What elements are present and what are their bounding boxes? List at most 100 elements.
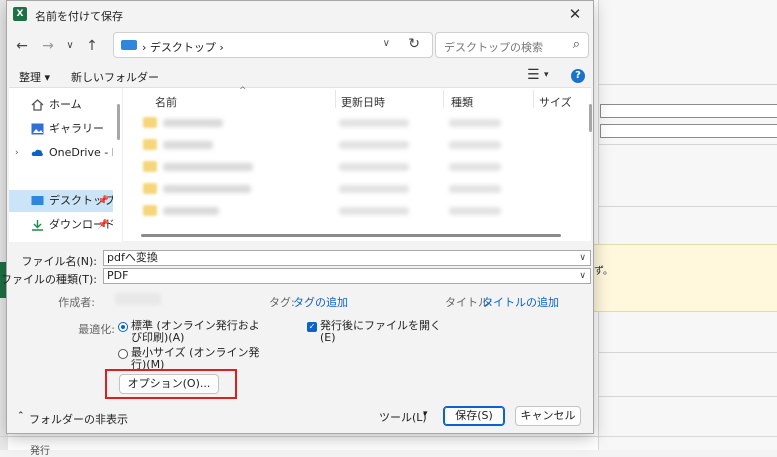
open-after-publish-checkbox[interactable]: ✓ [307,322,317,332]
column-header-name[interactable]: 名前 [155,94,177,110]
filename-field[interactable]: pdfへ変換 ∨ [103,250,591,266]
background-field [600,124,777,138]
radio-standard[interactable] [118,322,128,332]
forward-icon[interactable]: → [37,35,59,57]
blurred-date [339,141,409,149]
column-header-size[interactable]: サイズ [539,94,572,110]
download-icon [32,220,43,231]
tools-button[interactable]: ツール(L) [379,409,427,425]
back-icon[interactable]: ← [11,35,33,57]
refresh-icon[interactable]: ↻ [408,36,420,52]
vertical-scrollbar[interactable] [589,104,592,132]
up-folder-icon[interactable]: ↑ [81,35,103,57]
filetype-value: PDF [107,269,129,282]
optimize-label: 最適化: [78,323,115,336]
sidebar-item-label: ギャラリー [49,122,104,135]
blurred-type [449,163,501,171]
title-bar: X 名前を付けて保存 ✕ [7,1,593,29]
search-placeholder: デスクトップの検索 [444,41,543,54]
filetype-select[interactable]: PDF ∨ [103,268,591,284]
organize-button[interactable]: 整理 ▾ [19,69,50,85]
folder-icon [143,139,157,150]
folder-icon [143,117,157,128]
blurred-name [163,185,251,193]
blurred-type [449,207,501,215]
filetype-label: ファイルの種類(T): [0,273,97,286]
sidebar-item-gallery[interactable]: ギャラリー [9,118,113,140]
tags-label: タグ: [269,296,295,309]
open-after-line2: (E) [320,331,336,344]
column-divider[interactable] [533,90,534,108]
blurred-name [163,141,213,149]
help-icon[interactable]: ? [571,69,585,83]
new-folder-button[interactable]: 新しいフォルダー [71,69,159,85]
sidebar-item-desktop[interactable]: デスクトップ 📌 [9,190,113,212]
navigation-pane: ホーム ギャラリー › OneDrive - Perso デスクトップ 📌 ダウ… [9,88,123,242]
sidebar-item-label: ホーム [49,98,82,111]
author-value-blurred[interactable] [115,293,161,305]
navigation-scrollbar[interactable] [117,104,120,140]
browse-area: ホーム ギャラリー › OneDrive - Perso デスクトップ 📌 ダウ… [9,86,592,242]
filename-label: ファイル名(N): [21,255,97,268]
close-icon[interactable]: ✕ [557,1,593,27]
list-item[interactable] [143,158,583,176]
sidebar-item-label: OneDrive - Perso [49,146,113,159]
background-divider [598,396,777,397]
add-tag-link[interactable]: タグの追加 [293,294,348,310]
search-icon: ⌕ [572,37,580,52]
radio-minimum[interactable] [118,349,128,359]
cloud-icon [31,149,43,156]
folder-icon [143,161,157,172]
chevron-down-icon[interactable]: ∨ [579,251,586,265]
list-item[interactable] [143,136,583,154]
blurred-name [163,163,253,171]
radio-standard-label[interactable]: 標準 (オンライン発行およ び印刷)(A) [131,320,260,344]
horizontal-scrollbar[interactable] [141,234,561,237]
save-button[interactable]: 保存(S) [443,406,505,426]
blurred-name [163,207,219,215]
list-item[interactable] [143,202,583,220]
chevron-up-icon[interactable]: ⌃ [17,411,25,421]
background-divider [0,436,777,437]
radio-standard-line2: び印刷)(A) [131,331,185,344]
pin-icon: 📌 [97,220,109,230]
chevron-right-icon[interactable]: › [15,142,19,164]
blurred-date [339,185,409,193]
cancel-button[interactable]: キャンセル [515,406,581,426]
list-item[interactable] [143,180,583,198]
recent-locations-icon[interactable]: ∨ [59,35,81,57]
radio-minimum-label[interactable]: 最小サイズ (オンライン発 行)(M) [131,347,259,371]
sidebar-item-home[interactable]: ホーム [9,94,113,116]
list-item[interactable] [143,114,583,132]
column-divider[interactable] [443,90,444,108]
chevron-down-icon[interactable]: ▾ [544,70,549,80]
blurred-date [339,207,409,215]
filename-value: pdfへ変換 [107,251,158,264]
view-options-icon[interactable]: ☰ [527,67,540,83]
add-title-link[interactable]: タイトルの追加 [482,294,559,310]
column-header-modified[interactable]: 更新日時 [341,94,385,110]
background-warning-text: ず。 [594,266,613,277]
breadcrumb[interactable]: › デスクトップ › [142,39,224,55]
desktop-icon [121,40,137,50]
desktop-icon [31,196,44,205]
blurred-type [449,185,501,193]
highlight-box [105,369,237,399]
sidebar-item-downloads[interactable]: ダウンロード 📌 [9,214,113,236]
pin-icon: 📌 [97,196,109,206]
open-after-line1: 発行後にファイルを開く [320,319,441,332]
search-input[interactable]: デスクトップの検索 ⌕ [435,32,589,58]
hide-folders-button[interactable]: フォルダーの非表示 [29,411,128,427]
sidebar-item-onedrive[interactable]: › OneDrive - Perso [9,142,113,164]
column-header-type[interactable]: 種類 [451,94,473,110]
gallery-icon [31,123,44,135]
background-field [600,104,777,118]
chevron-down-icon[interactable]: ∨ [579,269,586,283]
chevron-down-icon[interactable]: ∨ [383,38,390,49]
address-bar[interactable]: › デスクトップ › ∨ ↻ [113,32,433,58]
column-divider[interactable] [335,90,336,108]
open-after-publish-label[interactable]: 発行後にファイルを開く (E) [320,320,441,344]
blurred-name [163,119,223,127]
folder-icon [143,183,157,194]
chevron-down-icon[interactable]: ▾ [423,409,428,419]
